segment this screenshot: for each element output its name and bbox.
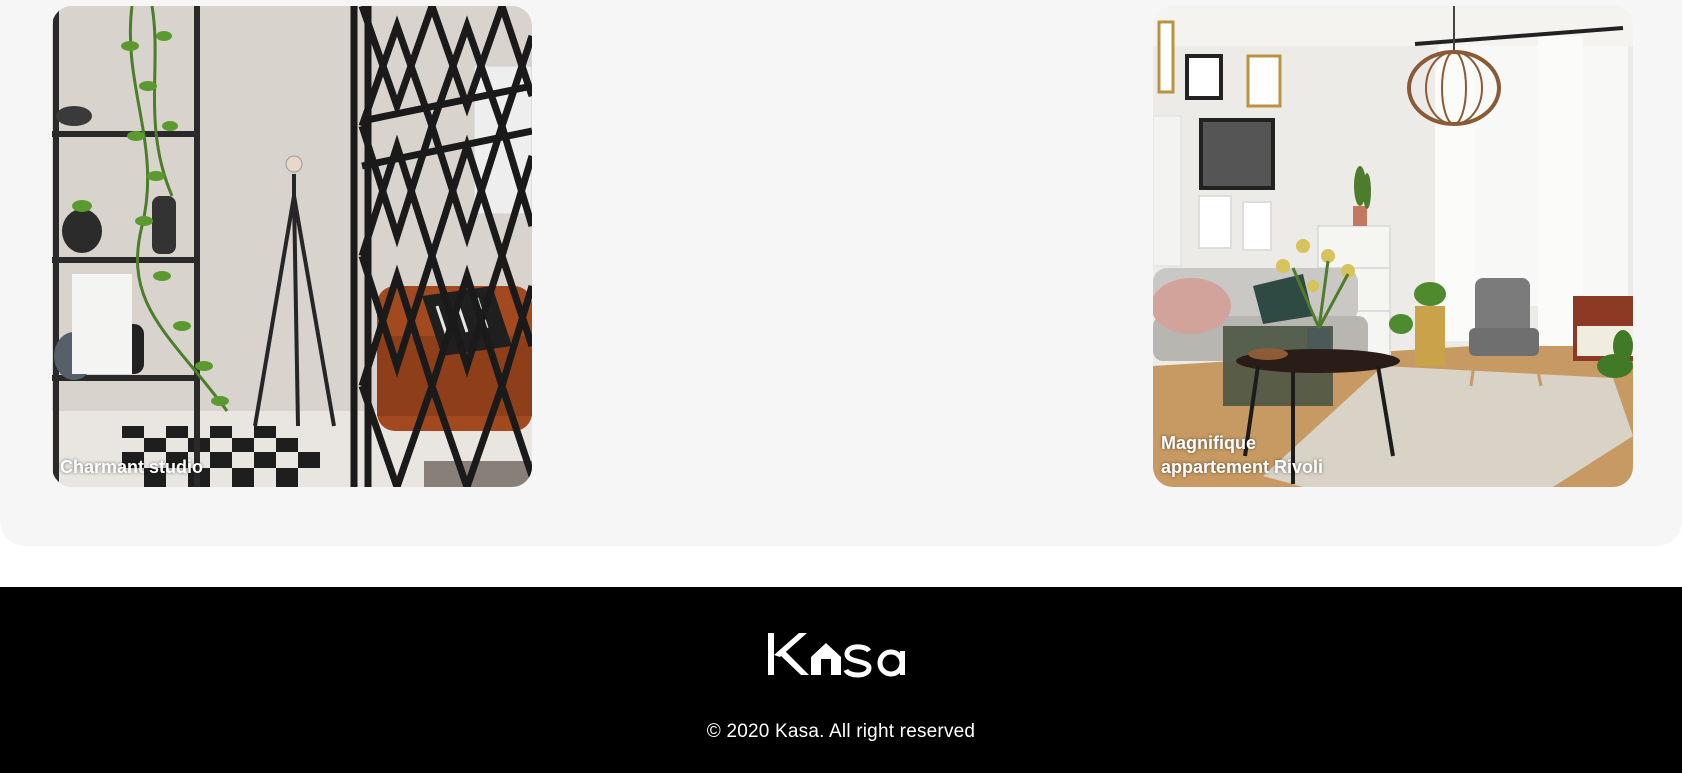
property-card-title: Magnifique appartement Rivoli [1161, 433, 1324, 477]
property-card-charmant-studio[interactable]: Charmant studio [52, 6, 532, 487]
kasa-logo-icon [768, 633, 905, 678]
property-card-image [52, 6, 532, 487]
property-card-magnifique-appartement-rivoli[interactable]: Magnifique appartement Rivoli [1153, 6, 1633, 487]
site-footer: © 2020 Kasa. All right reserved [0, 587, 1682, 773]
property-card-title: Charmant studio [60, 457, 204, 477]
footer-copyright: © 2020 Kasa. All right reserved [706, 721, 976, 742]
property-card-image [1153, 6, 1633, 487]
gallery-section: Charmant studio Magnifique appartement R… [0, 0, 1682, 546]
kasa-logo[interactable] [765, 627, 917, 681]
